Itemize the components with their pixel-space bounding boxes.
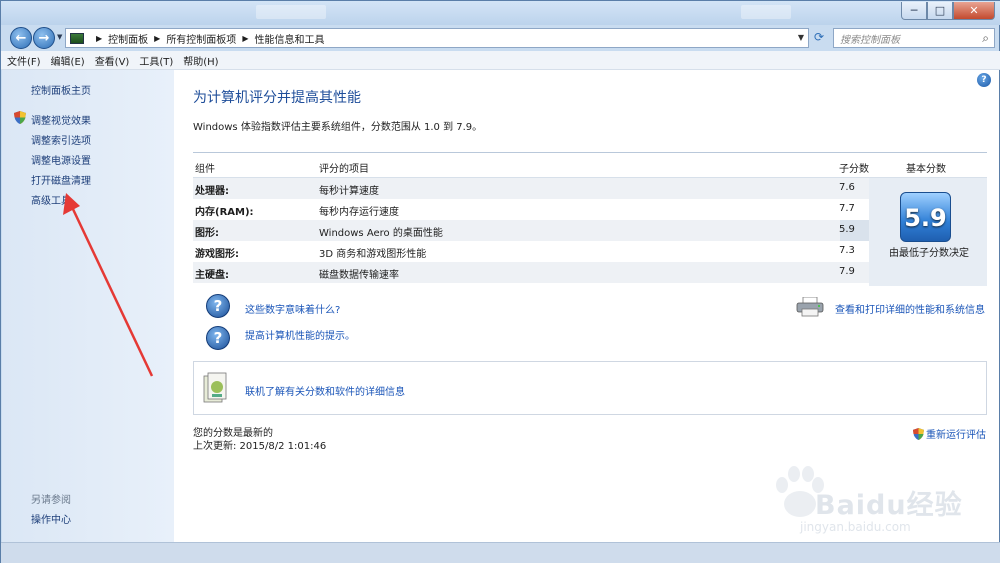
menu-tools[interactable]: 工具(T): [139, 53, 173, 68]
chevron-right-icon: ▶: [96, 33, 103, 43]
online-info-box: 联机了解有关分数和软件的详细信息: [193, 361, 987, 415]
minimize-button[interactable]: ─: [901, 2, 927, 20]
row-item: Windows Aero 的桌面性能: [319, 228, 443, 239]
row-component: 内存(RAM):: [195, 207, 254, 218]
search-input[interactable]: 搜索控制面板 ⌕: [833, 28, 995, 48]
arrow-left-icon: ←: [15, 30, 27, 46]
forward-button[interactable]: →: [33, 27, 55, 49]
menu-edit[interactable]: 编辑(E): [51, 53, 85, 68]
row-component: 处理器:: [195, 186, 229, 197]
menu-view[interactable]: 查看(V): [95, 53, 130, 68]
status-bar: [1, 542, 1000, 563]
back-button[interactable]: ←: [10, 27, 32, 49]
close-button[interactable]: ✕: [953, 2, 995, 20]
breadcrumb: ▶ 控制面板 ▶ 所有控制面板项 ▶ 性能信息和工具: [90, 31, 324, 46]
chevron-right-icon[interactable]: ▶: [154, 34, 160, 43]
watermark-text: Baidu经验: [815, 490, 963, 521]
sidebar-item-advanced-tools[interactable]: 高级工具: [31, 192, 71, 207]
menu-bar: 文件(F) 编辑(E) 查看(V) 工具(T) 帮助(H): [1, 51, 1000, 70]
breadcrumb-item[interactable]: 控制面板: [108, 31, 148, 46]
row-item: 每秒内存运行速度: [319, 207, 399, 218]
score-status: 您的分数是最新的 上次更新: 2015/8/2 1:01:46: [193, 427, 326, 453]
link-online-info[interactable]: 联机了解有关分数和软件的详细信息: [245, 383, 405, 398]
score-table: 组件 评分的项目 子分数 基本分数 处理器: 每秒计算速度 7.6 内存(RAM…: [193, 152, 987, 286]
link-tips[interactable]: 提高计算机性能的提示。: [245, 327, 355, 342]
header-subscore: 子分数: [839, 164, 869, 175]
history-dropdown-icon[interactable]: ▼: [57, 33, 62, 41]
page-title: 为计算机评分并提高其性能: [193, 90, 361, 106]
address-bar[interactable]: ▶ 控制面板 ▶ 所有控制面板项 ▶ 性能信息和工具 ▼: [65, 28, 809, 48]
watermark-url: jingyan.baidu.com: [800, 520, 911, 534]
refresh-icon[interactable]: ⟳: [811, 30, 827, 46]
table-row: 处理器: 每秒计算速度 7.6: [193, 178, 869, 199]
sidebar-item-visual-effects[interactable]: 调整视觉效果: [31, 112, 91, 127]
search-icon[interactable]: ⌕: [982, 31, 989, 46]
maximize-button[interactable]: □: [927, 2, 953, 20]
header-rated: 评分的项目: [319, 164, 369, 175]
row-score: 7.9: [839, 266, 855, 277]
breadcrumb-item[interactable]: 所有控制面板项: [166, 31, 236, 46]
table-row: 主硬盘: 磁盘数据传输速率 7.9: [193, 262, 869, 283]
question-icon: ?: [206, 294, 230, 318]
base-score-cell: 5.9 由最低子分数决定: [869, 178, 987, 286]
row-component: 游戏图形:: [195, 249, 239, 260]
table-header: 组件 评分的项目 子分数 基本分数: [193, 152, 987, 178]
menu-help[interactable]: 帮助(H): [183, 53, 218, 68]
arrow-right-icon: →: [38, 30, 50, 46]
taskbar-ghost: [741, 5, 791, 19]
row-item: 3D 商务和游戏图形性能: [319, 249, 427, 260]
row-item: 每秒计算速度: [319, 186, 379, 197]
software-box-icon: [203, 372, 227, 403]
row-score: 7.6: [839, 182, 855, 193]
link-meaning[interactable]: 这些数字意味着什么?: [245, 301, 340, 316]
chevron-right-icon[interactable]: ▶: [242, 34, 248, 43]
question-icon: ?: [206, 326, 230, 350]
window-controls: ─ □ ✕: [901, 2, 995, 20]
table-body: 处理器: 每秒计算速度 7.6 内存(RAM): 每秒内存运行速度 7.7 图形…: [193, 178, 987, 286]
address-dropdown-icon[interactable]: ▼: [798, 33, 804, 42]
page-subtitle: Windows 体验指数评估主要系统组件，分数范围从 1.0 到 7.9。: [193, 122, 483, 133]
sidebar-item-home[interactable]: 控制面板主页: [31, 82, 91, 97]
table-row: 图形: Windows Aero 的桌面性能 5.9: [193, 220, 869, 241]
sidebar-item-indexing[interactable]: 调整索引选项: [31, 132, 91, 147]
taskbar-ghost: [256, 5, 326, 19]
row-score: 5.9: [839, 224, 855, 235]
sidebar-item-action-center[interactable]: 操作中心: [31, 511, 71, 526]
sidebar-item-disk-cleanup[interactable]: 打开磁盘清理: [31, 172, 91, 187]
table-row: 游戏图形: 3D 商务和游戏图形性能 7.3: [193, 241, 869, 262]
help-icon[interactable]: ?: [977, 73, 991, 87]
printer-icon: [796, 297, 824, 317]
address-row: ← → ▼ ▶ 控制面板 ▶ 所有控制面板项 ▶ 性能信息和工具 ▼ ⟳ 搜索控…: [1, 25, 1000, 51]
row-item: 磁盘数据传输速率: [319, 270, 399, 281]
last-updated: 上次更新: 2015/8/2 1:01:46: [193, 441, 327, 452]
table-row: 内存(RAM): 每秒内存运行速度 7.7: [193, 199, 869, 220]
score-status-line: 您的分数是最新的: [193, 428, 273, 439]
row-component: 主硬盘:: [195, 270, 229, 281]
link-print-details[interactable]: 查看和打印详细的性能和系统信息: [835, 301, 985, 316]
breadcrumb-item[interactable]: 性能信息和工具: [254, 31, 324, 46]
control-panel-icon: [70, 32, 84, 44]
header-base: 基本分数: [906, 164, 946, 175]
row-score: 7.7: [839, 203, 855, 214]
uac-shield-icon: [14, 111, 26, 124]
title-bar: ─ □ ✕: [1, 1, 1000, 25]
row-component: 图形:: [195, 228, 219, 239]
search-placeholder: 搜索控制面板: [840, 34, 900, 46]
sidebar: 控制面板主页 调整视觉效果 调整索引选项 调整电源设置 打开磁盘清理 高级工具 …: [2, 70, 174, 542]
rerun-assessment-button[interactable]: 重新运行评估: [913, 426, 986, 441]
menu-file[interactable]: 文件(F): [7, 53, 41, 68]
row-score: 7.3: [839, 245, 855, 256]
see-also-heading: 另请参阅: [31, 495, 71, 506]
sidebar-item-power[interactable]: 调整电源设置: [31, 152, 91, 167]
base-score-caption: 由最低子分数决定: [889, 248, 969, 259]
base-score-badge: 5.9: [900, 192, 951, 242]
header-component: 组件: [195, 164, 215, 175]
uac-shield-icon: [913, 427, 924, 440]
rerun-label: 重新运行评估: [926, 430, 986, 441]
